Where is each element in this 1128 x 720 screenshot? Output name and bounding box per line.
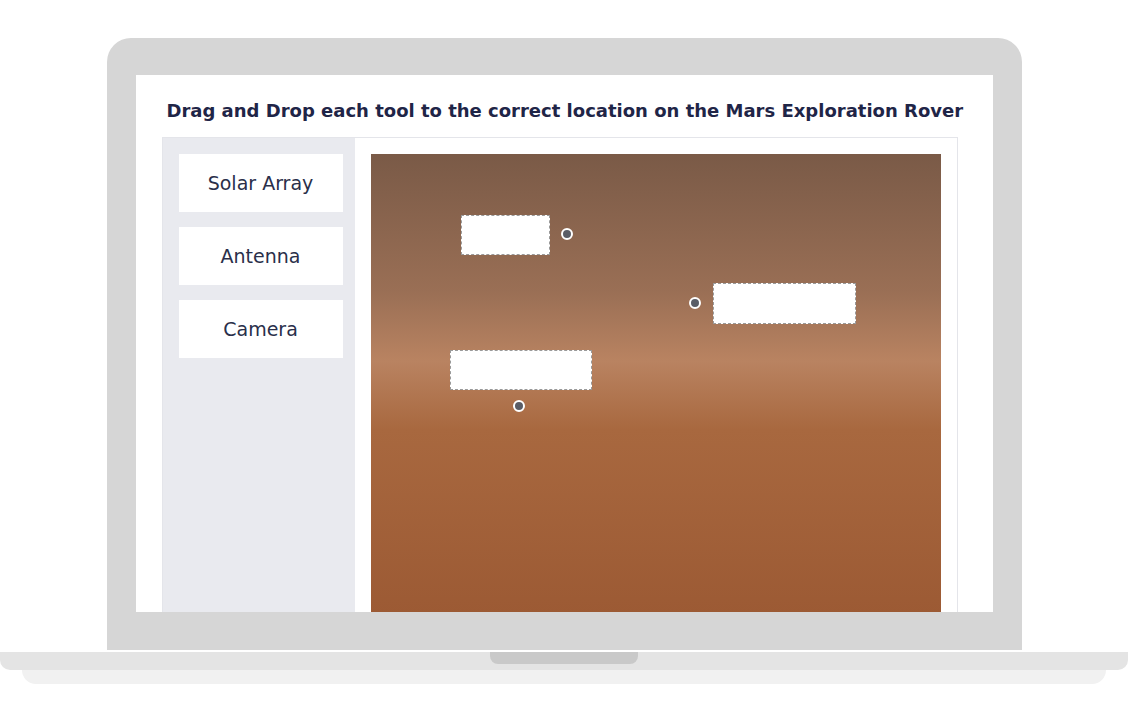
laptop-notch <box>490 652 638 664</box>
quiz-panel: Solar Array Antenna Camera <box>162 137 958 612</box>
pin-marker <box>561 228 573 240</box>
drop-zone[interactable] <box>713 283 856 324</box>
page: Drag and Drop each tool to the correct l… <box>0 0 1128 720</box>
tool-card[interactable]: Camera <box>179 300 343 358</box>
laptop-screen: Drag and Drop each tool to the correct l… <box>136 75 993 612</box>
drop-zone[interactable] <box>461 215 550 255</box>
tool-card[interactable]: Solar Array <box>179 154 343 212</box>
pin-marker <box>513 400 525 412</box>
laptop-shadow <box>22 670 1106 684</box>
quiz-title: Drag and Drop each tool to the correct l… <box>167 99 958 123</box>
photo-area <box>355 138 957 612</box>
rover-photo <box>371 154 941 612</box>
drop-zone[interactable] <box>450 350 592 390</box>
tool-card[interactable]: Antenna <box>179 227 343 285</box>
pin-marker <box>689 297 701 309</box>
tool-list: Solar Array Antenna Camera <box>163 138 355 612</box>
laptop-base <box>0 652 1128 670</box>
laptop-lid: Drag and Drop each tool to the correct l… <box>107 38 1022 650</box>
